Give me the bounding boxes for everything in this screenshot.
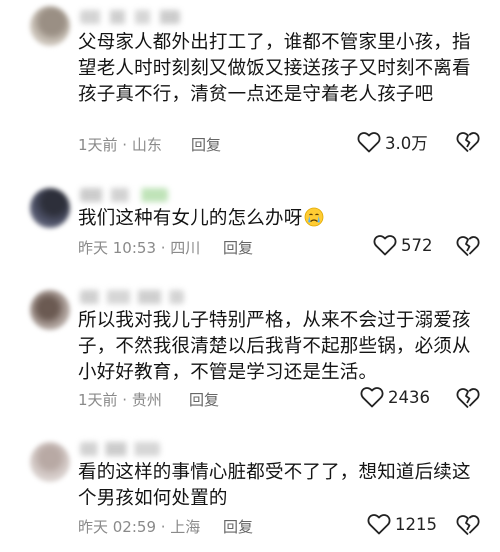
- comment-meta: 昨天 02:59 · 上海: [78, 518, 201, 536]
- comment-meta: 1天前 · 山东: [78, 136, 162, 154]
- dislike-button[interactable]: [456, 514, 480, 536]
- heart-icon: [360, 386, 384, 408]
- dislike-button[interactable]: [456, 387, 480, 409]
- reply-button[interactable]: 回复: [223, 516, 253, 537]
- broken-heart-icon: [456, 387, 480, 409]
- like-button[interactable]: 572: [373, 234, 433, 256]
- comment-text: 所以我对我儿子特别严格，从来不会过于溺爱孩子，不然我很清楚以后我背不起那些锅，必…: [78, 310, 471, 383]
- comment-text: 看的这样的事情心脏都受不了了，想知道后续这个男孩如何处置的: [78, 462, 471, 509]
- reply-button[interactable]: 回复: [189, 389, 219, 410]
- comment-item: 看的这样的事情心脏都受不了了，想知道后续这个男孩如何处置的 昨天 02:59 ·…: [0, 436, 500, 552]
- comment-meta: 1天前 · 贵州: [78, 391, 162, 409]
- reply-button[interactable]: 回复: [191, 134, 221, 155]
- avatar[interactable]: [30, 6, 70, 46]
- heart-icon: [367, 513, 391, 535]
- like-count: 3.0万: [385, 134, 428, 153]
- comment-text: 我们这种有女儿的怎么办呀: [78, 206, 486, 232]
- like-button[interactable]: 1215: [367, 513, 437, 535]
- heart-icon: [373, 234, 397, 256]
- heart-icon: [357, 131, 381, 153]
- broken-heart-icon: [456, 131, 480, 153]
- comment-text-content: 我们这种有女儿的怎么办呀: [78, 208, 303, 229]
- comment-item: 父母家人都外出打工了，谁都不管家里小孩，指望老人时时刻刻又做饭又接送孩子又时刻不…: [0, 0, 500, 170]
- comment-item: 我们这种有女儿的怎么办呀 昨天 10:53 · 四川 回复 572: [0, 180, 500, 280]
- username-blurred[interactable]: [80, 290, 184, 304]
- username-blurred[interactable]: [80, 10, 180, 24]
- reply-button[interactable]: 回复: [223, 237, 253, 258]
- like-count: 572: [401, 235, 433, 255]
- avatar[interactable]: [30, 442, 70, 482]
- comment-list: 父母家人都外出打工了，谁都不管家里小孩，指望老人时时刻刻又做饭又接送孩子又时刻不…: [0, 0, 500, 552]
- like-count: 1215: [395, 514, 437, 534]
- avatar[interactable]: [30, 188, 70, 228]
- dislike-button[interactable]: [456, 235, 480, 257]
- comment-item: 所以我对我儿子特别严格，从来不会过于溺爱孩子，不然我很清楚以后我背不起那些锅，必…: [0, 284, 500, 424]
- like-button[interactable]: 3.0万: [357, 130, 428, 154]
- comment-meta: 昨天 10:53 · 四川: [78, 239, 201, 257]
- username-blurred[interactable]: [80, 442, 160, 456]
- like-button[interactable]: 2436: [360, 386, 430, 408]
- username-blurred[interactable]: [80, 188, 168, 202]
- broken-heart-icon: [456, 235, 480, 257]
- dislike-button[interactable]: [456, 131, 480, 153]
- crying-face-icon: [304, 207, 324, 227]
- broken-heart-icon: [456, 514, 480, 536]
- comment-text: 父母家人都外出打工了，谁都不管家里小孩，指望老人时时刻刻又做饭又接送孩子又时刻不…: [78, 32, 471, 105]
- like-count: 2436: [388, 387, 430, 407]
- avatar[interactable]: [30, 290, 70, 330]
